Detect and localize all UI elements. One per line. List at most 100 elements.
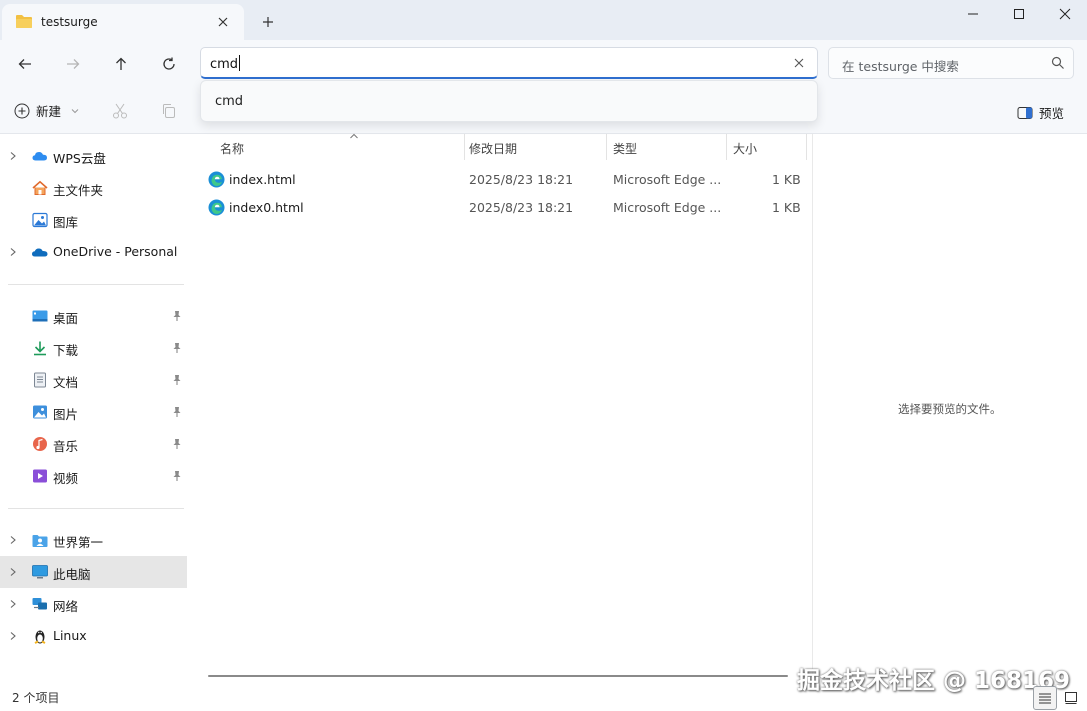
chevron-down-icon: [71, 107, 79, 115]
column-header-type[interactable]: 类型: [607, 134, 725, 160]
home-icon: [31, 180, 49, 196]
search-box[interactable]: 在 testsurge 中搜索: [828, 47, 1074, 79]
sidebar-item-home[interactable]: 主文件夹: [0, 172, 187, 204]
network-icon: [31, 596, 49, 612]
file-list: 名称 修改日期 类型 大小 index.html 2025/8/23 18:21…: [190, 133, 812, 684]
pin-icon[interactable]: [172, 406, 182, 418]
sidebar-item-user-folder[interactable]: 世界第一: [0, 524, 187, 556]
file-name: index.html: [229, 172, 296, 187]
column-header-date[interactable]: 修改日期: [465, 134, 607, 160]
add-circle-icon: [14, 103, 30, 119]
sidebar-item-downloads[interactable]: 下载: [0, 332, 187, 364]
title-bar: testsurge: [0, 0, 1087, 40]
column-header-size[interactable]: 大小: [727, 134, 805, 160]
close-tab-icon[interactable]: [215, 14, 231, 30]
table-row[interactable]: index0.html 2025/8/23 18:21 Microsoft Ed…: [206, 194, 801, 222]
onedrive-icon: [31, 244, 49, 260]
music-icon: [31, 436, 49, 452]
sidebar-item-wps-cloud[interactable]: WPS云盘: [0, 140, 187, 172]
edge-html-file-icon: [208, 171, 225, 188]
computer-icon: [31, 564, 49, 580]
gallery-icon: [31, 212, 49, 228]
pin-icon[interactable]: [172, 310, 182, 322]
sidebar-item-onedrive[interactable]: OneDrive - Personal: [0, 236, 187, 268]
sidebar-item-linux[interactable]: Linux: [0, 620, 187, 652]
preview-message: 选择要预览的文件。: [898, 402, 1002, 416]
sidebar-divider: [8, 508, 184, 509]
chevron-right-icon[interactable]: [9, 631, 17, 641]
chevron-right-icon[interactable]: [9, 535, 17, 545]
preview-pane: 选择要预览的文件。: [812, 134, 1087, 684]
large-icons-view-icon[interactable]: [1061, 688, 1081, 708]
details-view-icon[interactable]: [1033, 686, 1057, 710]
suggestion-item[interactable]: cmd: [215, 94, 243, 109]
sidebar-divider: [8, 284, 184, 285]
table-row[interactable]: index.html 2025/8/23 18:21 Microsoft Edg…: [206, 166, 801, 194]
column-divider[interactable]: [806, 134, 807, 160]
new-button[interactable]: 新建: [14, 101, 79, 120]
maximize-icon[interactable]: [996, 0, 1042, 28]
address-suggestions: cmd: [200, 80, 818, 122]
file-name: index0.html: [229, 200, 304, 215]
pin-icon[interactable]: [172, 470, 182, 482]
forward-arrow-icon[interactable]: [61, 52, 85, 76]
preview-pane-icon: [1017, 106, 1033, 120]
sort-up-icon: [349, 133, 359, 139]
preview-button-label: 预览: [1039, 106, 1065, 121]
cut-icon[interactable]: [111, 102, 129, 120]
file-size: 1 KB: [772, 172, 801, 187]
file-type: Microsoft Edge ...: [613, 172, 722, 187]
minimize-icon[interactable]: [950, 0, 996, 28]
pictures-icon: [31, 404, 49, 420]
item-count: 2 个项目: [12, 691, 60, 705]
sidebar-item-desktop[interactable]: 桌面: [0, 300, 187, 332]
cloud-icon: [31, 148, 49, 164]
navigation-pane: WPS云盘 主文件夹 图库 OneDrive - Personal 桌面 下载 …: [0, 134, 190, 684]
sidebar-item-videos[interactable]: 视频: [0, 460, 187, 492]
edge-html-file-icon: [208, 199, 225, 216]
chevron-right-icon[interactable]: [9, 247, 17, 257]
clear-address-icon[interactable]: [791, 55, 807, 71]
column-header-name[interactable]: 名称: [206, 133, 464, 160]
folder-icon: [15, 13, 33, 29]
user-folder-icon: [31, 532, 49, 548]
preview-button[interactable]: 预览: [1017, 103, 1064, 122]
chevron-right-icon[interactable]: [9, 567, 17, 577]
search-icon[interactable]: [1051, 56, 1065, 70]
linux-icon: [31, 628, 49, 644]
sidebar-item-gallery[interactable]: 图库: [0, 204, 187, 236]
up-arrow-icon[interactable]: [109, 52, 133, 76]
refresh-icon[interactable]: [157, 52, 181, 76]
new-tab-icon[interactable]: [260, 14, 276, 30]
back-arrow-icon[interactable]: [13, 52, 37, 76]
sidebar-item-documents[interactable]: 文档: [0, 364, 187, 396]
address-bar[interactable]: cmd: [200, 47, 818, 79]
document-icon: [31, 372, 49, 388]
sidebar-item-music[interactable]: 音乐: [0, 428, 187, 460]
copy-icon[interactable]: [160, 102, 178, 120]
address-input[interactable]: cmd: [210, 55, 241, 72]
tab-title: testsurge: [41, 15, 98, 29]
desktop-icon: [31, 308, 49, 324]
sidebar-item-network[interactable]: 网络: [0, 588, 187, 620]
chevron-right-icon[interactable]: [9, 151, 17, 161]
pin-icon[interactable]: [172, 374, 182, 386]
close-window-icon[interactable]: [1042, 0, 1087, 28]
pin-icon[interactable]: [172, 438, 182, 450]
sidebar-item-pictures[interactable]: 图片: [0, 396, 187, 428]
chevron-right-icon[interactable]: [9, 599, 17, 609]
search-input[interactable]: 在 testsurge 中搜索: [842, 56, 959, 75]
status-bar: 2 个项目 掘金技术社区 @ 168169: [0, 668, 1087, 711]
new-button-label: 新建: [36, 104, 62, 119]
sidebar-item-this-pc[interactable]: 此电脑: [0, 556, 187, 588]
file-date: 2025/8/23 18:21: [469, 172, 574, 187]
watermark: 掘金技术社区 @ 168169: [797, 668, 1071, 694]
download-icon: [31, 340, 49, 356]
video-icon: [31, 468, 49, 484]
tab-testsurge[interactable]: testsurge: [2, 4, 244, 40]
file-type: Microsoft Edge ...: [613, 200, 722, 215]
file-size: 1 KB: [772, 200, 801, 215]
pin-icon[interactable]: [172, 342, 182, 354]
horizontal-scrollbar[interactable]: [208, 675, 788, 677]
file-date: 2025/8/23 18:21: [469, 200, 574, 215]
